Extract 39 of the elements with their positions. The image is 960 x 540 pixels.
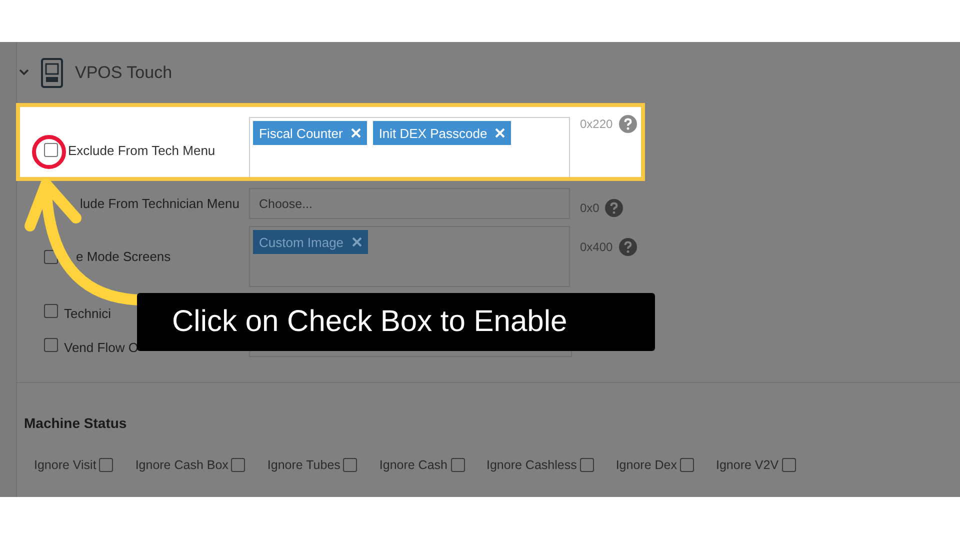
option-label: Ignore Tubes <box>267 458 340 472</box>
checkbox[interactable] <box>343 458 358 472</box>
checkbox[interactable] <box>44 304 58 318</box>
hex-code: 0x220 <box>580 117 613 131</box>
setting-label: lude From Technician Menu <box>80 196 240 211</box>
tag-chip: Custom Image <box>253 230 368 254</box>
help-icon[interactable] <box>618 238 637 256</box>
option-label: Ignore Cash <box>379 458 448 472</box>
hex-code: 0x400 <box>580 240 613 254</box>
tag-chip: Fiscal Counter <box>253 121 367 145</box>
select-field[interactable]: Choose... <box>249 188 570 219</box>
setting-label: e Mode Screens <box>76 249 171 264</box>
device-icon <box>41 58 63 88</box>
option-label: Ignore Dex <box>616 458 677 472</box>
section-heading: Machine Status <box>24 415 128 431</box>
tag-input-field[interactable]: Custom Image <box>249 226 570 287</box>
checkbox[interactable] <box>231 458 246 472</box>
checkbox[interactable] <box>44 338 58 352</box>
close-icon[interactable] <box>352 237 362 247</box>
checkbox[interactable] <box>44 143 58 157</box>
tag-chip: Init DEX Passcode <box>372 121 512 145</box>
setting-label: Exclude From Tech Menu <box>68 142 216 158</box>
option-label: Ignore V2V <box>716 458 779 472</box>
option-label: Ignore Visit <box>34 458 96 472</box>
help-icon[interactable] <box>605 199 624 217</box>
highlight-circle <box>32 135 66 169</box>
help-icon[interactable] <box>618 115 637 133</box>
section-title: VPOS Touch <box>75 62 172 82</box>
hex-code: 0x0 <box>580 201 600 215</box>
instruction-banner: Click on Check Box to Enable <box>137 293 655 351</box>
checkbox[interactable] <box>580 458 594 472</box>
option-label: Ignore Cashless <box>486 458 577 472</box>
checkbox[interactable] <box>782 458 796 472</box>
checkbox[interactable] <box>680 458 694 472</box>
chevron-icon[interactable] <box>19 69 29 76</box>
option-label: Ignore Cash Box <box>135 458 228 472</box>
setting-label: Technici <box>64 306 111 320</box>
checkbox[interactable] <box>450 458 464 472</box>
checkbox[interactable] <box>99 458 114 472</box>
